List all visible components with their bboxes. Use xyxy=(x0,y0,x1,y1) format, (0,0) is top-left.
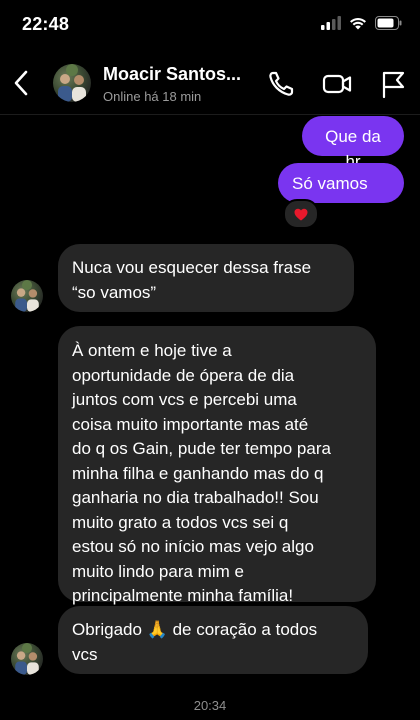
wifi-icon xyxy=(350,17,366,30)
video-camera-icon[interactable] xyxy=(322,69,352,99)
message-line: muito lindo para mim e xyxy=(72,561,244,581)
message-line: ganharia no dia trabalhado!! Sou xyxy=(72,488,319,507)
message-line: Nuca vou esquecer dessa frase xyxy=(72,258,312,277)
incoming-message[interactable]: Obrigado 🙏 de coração a todos vcs xyxy=(58,606,368,674)
praying-hands-emoji: 🙏 xyxy=(146,620,168,640)
message-line: muito grato a todos vcs sei q xyxy=(72,512,289,532)
back-arrow-icon[interactable] xyxy=(10,68,34,98)
message-line: juntos com vcs e percebi uma xyxy=(72,390,297,409)
heart-icon xyxy=(294,208,308,220)
status-bar: 22:48 xyxy=(0,0,420,52)
message-thread[interactable]: Que da hr Só vamos 👊 Nuca vou esquecer d… xyxy=(0,114,420,720)
message-text: de coração a todos xyxy=(172,620,318,639)
outgoing-message[interactable]: Só vamos 👊 xyxy=(278,163,404,219)
heart-reaction[interactable] xyxy=(283,199,319,229)
avatar-photo-icon xyxy=(58,64,86,102)
message-line: oportunidade de ópera de dia xyxy=(72,365,295,385)
contact-status: Online há 18 min xyxy=(103,89,202,104)
message-line: Obrigado 🙏 de coração a todos xyxy=(72,618,354,643)
message-line: vcs xyxy=(72,644,98,664)
message-line: coisa muito importante mas até xyxy=(72,414,309,434)
message-line: minha filha e ganhando mas do q xyxy=(72,463,324,483)
sender-avatar[interactable] xyxy=(11,280,43,312)
flag-icon[interactable] xyxy=(378,69,408,99)
message-line: principalmente minha família! xyxy=(72,586,294,605)
message-timestamp: 20:34 xyxy=(193,698,227,713)
message-line: À ontem e hoje tive a xyxy=(72,341,232,360)
sender-avatar[interactable] xyxy=(11,643,43,675)
message-text: Obrigado xyxy=(72,620,142,639)
message-line: do q os Gain, pude ter tempo para xyxy=(72,439,331,458)
chat-header: Moacir Santos... Online há 18 min xyxy=(0,52,420,115)
status-time: 22:48 xyxy=(22,14,70,34)
message-text: Só vamos xyxy=(292,174,368,193)
message-line: estou só no início mas vejo algo xyxy=(72,537,314,556)
status-icons xyxy=(321,16,402,30)
incoming-message[interactable]: À ontem e hoje tive a oportunidade de óp… xyxy=(58,326,376,605)
message-line: “so vamos” xyxy=(72,282,157,302)
avatar-photo-icon xyxy=(15,643,39,675)
contact-avatar[interactable] xyxy=(53,64,91,102)
incoming-message[interactable]: Nuca vou esquecer dessa frase “so vamos” xyxy=(58,244,354,312)
battery-icon xyxy=(375,16,402,30)
outgoing-message[interactable]: Que da hr xyxy=(302,116,404,171)
cellular-signal-icon xyxy=(321,16,341,30)
contact-name[interactable]: Moacir Santos... xyxy=(103,64,241,85)
avatar-photo-icon xyxy=(15,280,39,312)
phone-icon[interactable] xyxy=(266,69,296,99)
